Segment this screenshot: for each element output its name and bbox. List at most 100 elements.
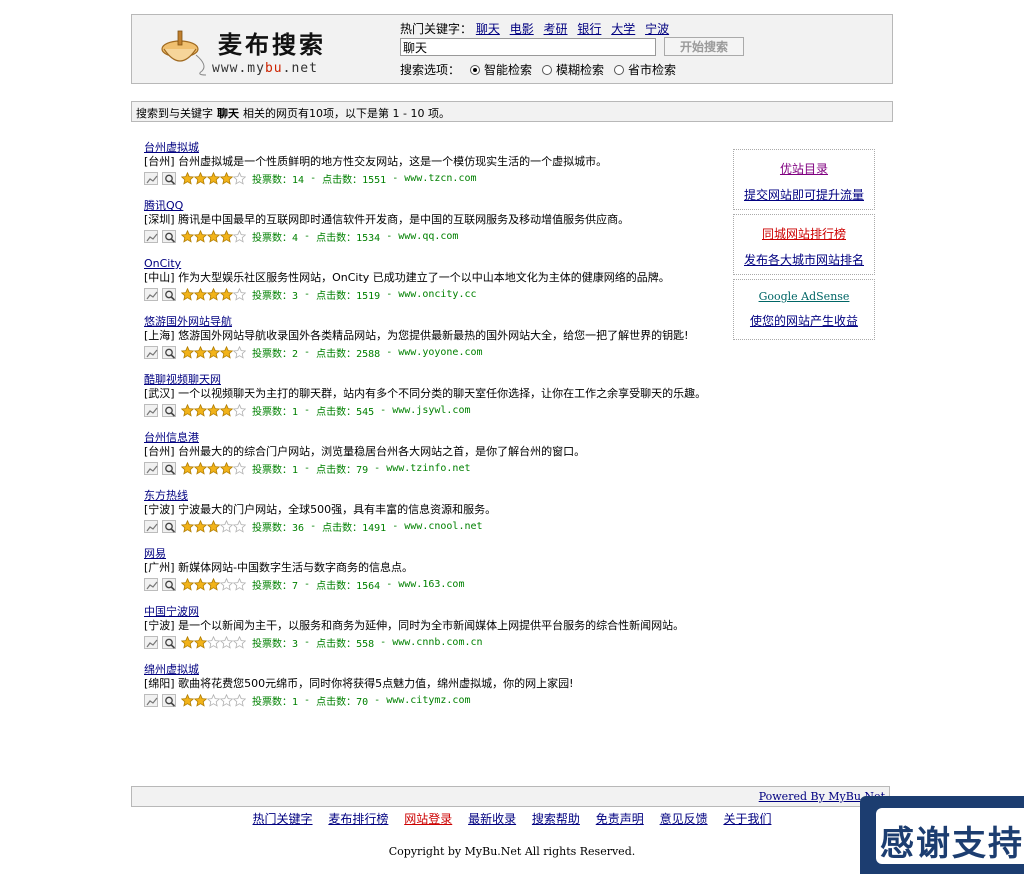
- star-filled-icon: [207, 577, 220, 591]
- city-ranking-link[interactable]: 同城网站排行榜: [734, 225, 874, 242]
- star-filled-icon: [194, 519, 207, 533]
- star-empty-icon: [207, 635, 220, 649]
- hot-keyword-link[interactable]: 电影: [510, 22, 534, 36]
- hot-keyword-link[interactable]: 银行: [577, 22, 601, 36]
- result-title-link[interactable]: 网易: [144, 547, 729, 560]
- thanks-float-panel[interactable]: 感谢支持: [860, 796, 1024, 874]
- hot-keyword-link[interactable]: 聊天: [476, 22, 500, 36]
- footer-link-latest[interactable]: 最新收录: [468, 812, 516, 826]
- rating-stars: [181, 635, 246, 649]
- search-input[interactable]: [400, 38, 656, 56]
- site-logo[interactable]: 麦布搜索 www.mybu.net: [156, 21, 356, 79]
- result-title-link[interactable]: 中国宁波网: [144, 605, 729, 618]
- vote-count: 投票数：1: [252, 696, 299, 708]
- trend-chart-icon[interactable]: [144, 577, 158, 591]
- result-title-link[interactable]: 东方热线: [144, 489, 729, 502]
- footer-link-ranking[interactable]: 麦布排行榜: [328, 812, 388, 826]
- adsense-link[interactable]: Google AdSense: [734, 290, 874, 303]
- star-filled-icon: [194, 287, 207, 301]
- magnifier-icon[interactable]: [162, 635, 176, 649]
- star-filled-icon: [207, 519, 220, 533]
- result-meta: 投票数：3 - 点击数：1519 - www.oncity.cc: [144, 287, 729, 302]
- option-smart-radio[interactable]: [470, 64, 481, 75]
- magnifier-icon[interactable]: [162, 287, 176, 301]
- trend-chart-icon[interactable]: [144, 229, 158, 243]
- result-description: [中山] 作为大型娱乐社区服务性网站，OnCity 已成功建立了一个以中山本地文…: [144, 271, 670, 284]
- click-count: 点击数：1491: [322, 522, 387, 534]
- magnifier-icon[interactable]: [162, 461, 176, 475]
- result-title-link[interactable]: 台州信息港: [144, 431, 729, 444]
- result-meta: 投票数：1 - 点击数：70 - www.citymz.com: [144, 693, 729, 708]
- magnifier-icon[interactable]: [162, 519, 176, 533]
- option-fuzzy-radio[interactable]: [542, 64, 553, 75]
- vote-count: 投票数：36: [252, 522, 305, 534]
- star-filled-icon: [181, 287, 194, 301]
- star-empty-icon: [233, 345, 246, 359]
- hot-keyword-link[interactable]: 宁波: [645, 22, 669, 36]
- star-filled-icon: [181, 345, 194, 359]
- star-filled-icon: [207, 287, 220, 301]
- trend-chart-icon[interactable]: [144, 345, 158, 359]
- result-title-link[interactable]: OnCity: [144, 257, 729, 270]
- trend-chart-icon[interactable]: [144, 693, 158, 707]
- publish-ranking-link[interactable]: 发布各大城市网站排名: [734, 251, 874, 268]
- star-filled-icon: [220, 403, 233, 417]
- footer-link-site-login[interactable]: 网站登录: [404, 812, 452, 826]
- vote-count: 投票数：2: [252, 348, 299, 360]
- trend-chart-icon[interactable]: [144, 519, 158, 533]
- magnifier-icon[interactable]: [162, 693, 176, 707]
- star-filled-icon: [181, 693, 194, 707]
- hot-keywords-label: 热门关键字：: [400, 22, 473, 36]
- vote-count: 投票数：1: [252, 464, 299, 476]
- magnifier-icon[interactable]: [162, 229, 176, 243]
- result-title-link[interactable]: 腾讯QQ: [144, 199, 729, 212]
- result-summary-bar: 搜索到与关键字 聊天 相关的网页有10项，以下是第 1 - 10 项。: [131, 101, 893, 122]
- footer-link-about[interactable]: 关于我们: [723, 812, 771, 826]
- trend-chart-icon[interactable]: [144, 461, 158, 475]
- search-options-row: 搜索选项： 智能检索 模糊检索 省市检索: [400, 61, 676, 78]
- submit-site-link[interactable]: 提交网站即可提升流量: [734, 186, 874, 203]
- result-title-link[interactable]: 悠游国外网站导航: [144, 315, 729, 328]
- result-title-link[interactable]: 台州虚拟城: [144, 141, 729, 154]
- star-filled-icon: [220, 461, 233, 475]
- star-filled-icon: [194, 403, 207, 417]
- footer-link-help[interactable]: 搜索帮助: [532, 812, 580, 826]
- trend-chart-icon[interactable]: [144, 403, 158, 417]
- result-title-link[interactable]: 酷聊视频聊天网: [144, 373, 729, 386]
- result-url: www.qq.com: [398, 230, 459, 242]
- magnifier-icon[interactable]: [162, 171, 176, 185]
- trend-chart-icon[interactable]: [144, 287, 158, 301]
- magnifier-icon[interactable]: [162, 577, 176, 591]
- option-province-radio[interactable]: [614, 64, 625, 75]
- rating-stars: [181, 229, 246, 243]
- star-filled-icon: [220, 229, 233, 243]
- star-empty-icon: [220, 577, 233, 591]
- result-title-link[interactable]: 绵州虚拟城: [144, 663, 729, 676]
- magnifier-icon[interactable]: [162, 345, 176, 359]
- directory-link[interactable]: 优站目录: [734, 160, 874, 177]
- rating-stars: [181, 519, 246, 533]
- result-meta: 投票数：7 - 点击数：1564 - www.163.com: [144, 577, 729, 592]
- star-filled-icon: [207, 171, 220, 185]
- result-url: www.tzcn.com: [404, 172, 477, 184]
- result-description: [台州] 台州虚拟城是一个性质鲜明的地方性交友网站，这是一个模仿现实生活的一个虚…: [144, 155, 608, 168]
- earn-revenue-link[interactable]: 使您的网站产生收益: [734, 312, 874, 329]
- footer-link-disclaimer[interactable]: 免责声明: [596, 812, 644, 826]
- click-count: 点击数：1551: [322, 174, 387, 186]
- vote-count: 投票数：1: [252, 406, 299, 418]
- star-filled-icon: [194, 461, 207, 475]
- star-filled-icon: [207, 229, 220, 243]
- result-url: www.cnool.net: [404, 520, 483, 532]
- click-count: 点击数：1534: [316, 232, 381, 244]
- hot-keyword-link[interactable]: 大学: [611, 22, 635, 36]
- powered-bar: Powered By MyBu.Net: [131, 786, 890, 807]
- footer-link-hot-keywords[interactable]: 热门关键字: [253, 812, 313, 826]
- search-button[interactable]: 开始搜索: [664, 37, 744, 56]
- trend-chart-icon[interactable]: [144, 635, 158, 649]
- hot-keywords-row: 热门关键字： 聊天 电影 考研 银行 大学 宁波: [400, 20, 675, 37]
- trend-chart-icon[interactable]: [144, 171, 158, 185]
- footer-link-feedback[interactable]: 意见反馈: [660, 812, 708, 826]
- magnifier-icon[interactable]: [162, 403, 176, 417]
- hot-keyword-link[interactable]: 考研: [544, 22, 568, 36]
- option-smart-label: 智能检索: [484, 63, 533, 77]
